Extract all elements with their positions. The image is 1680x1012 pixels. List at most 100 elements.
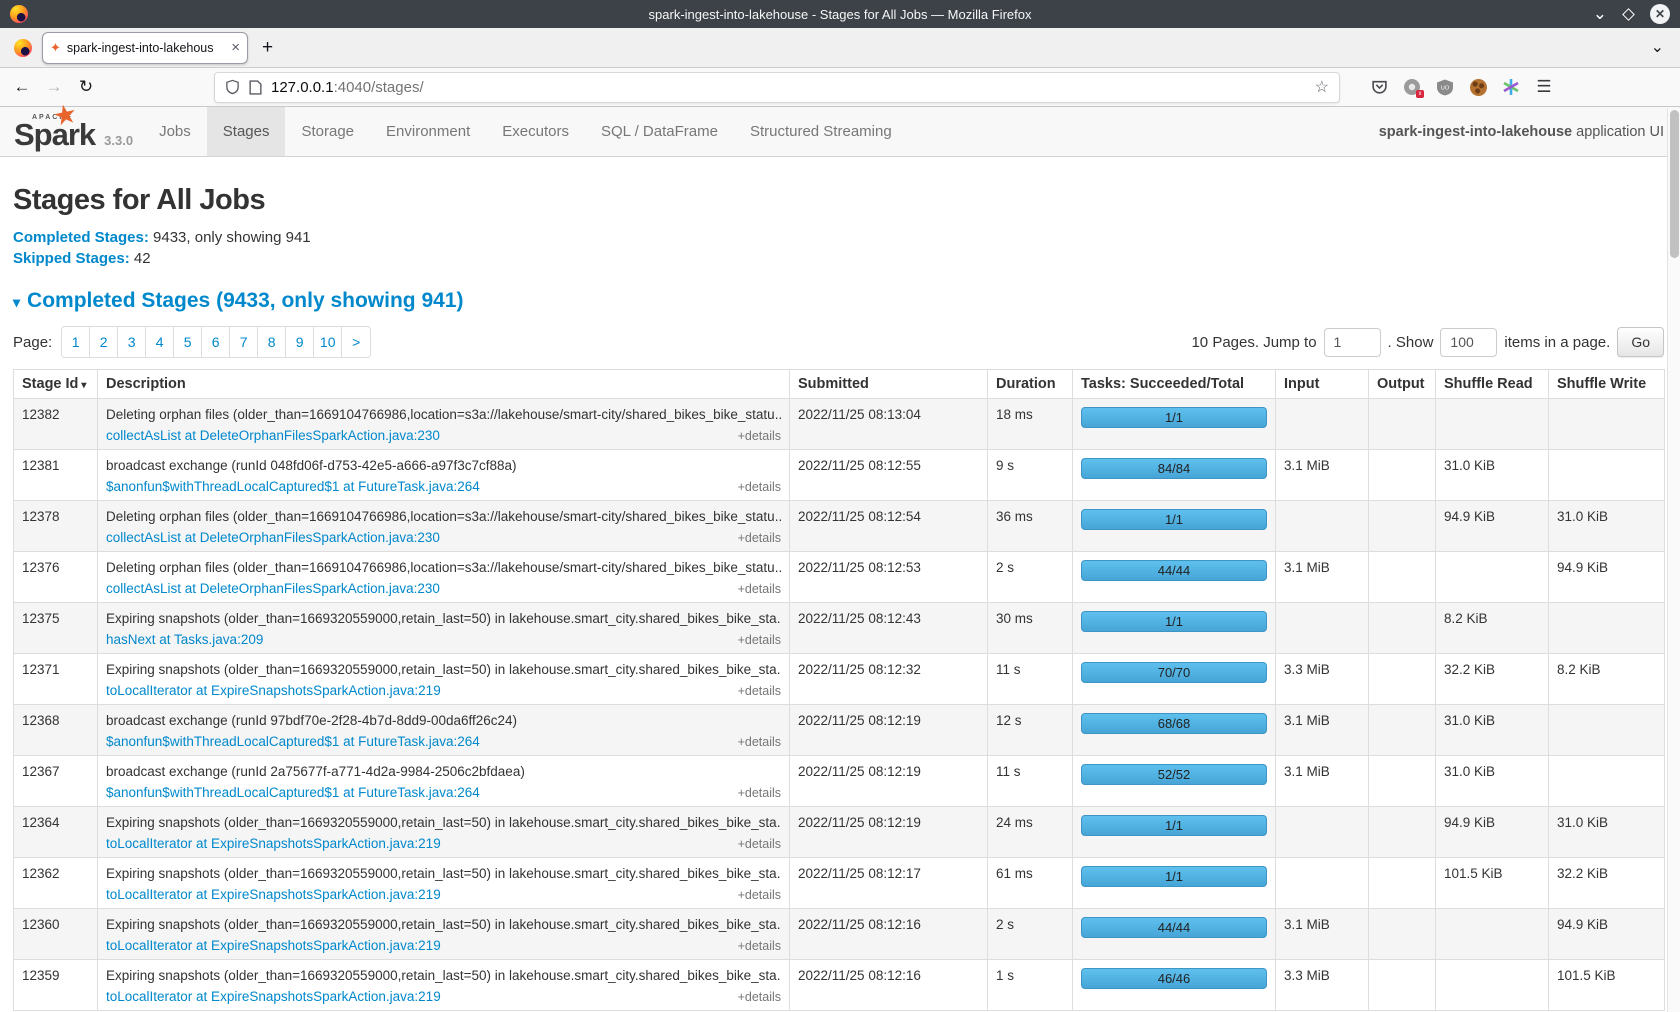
stage-detail-link[interactable]: $anonfun$withThreadLocalCaptured$1 at Fu… — [106, 734, 480, 749]
extension-icon[interactable]: x — [1402, 77, 1422, 97]
header-description[interactable]: Description — [98, 370, 790, 399]
details-toggle[interactable]: +details — [738, 684, 781, 698]
input-cell: 3.3 MiB — [1276, 960, 1369, 1011]
collapse-arrow-icon: ▾ — [13, 294, 20, 310]
page-button-5[interactable]: 5 — [174, 327, 202, 357]
details-toggle[interactable]: +details — [738, 939, 781, 953]
scrollbar-thumb[interactable] — [1670, 110, 1679, 258]
go-button[interactable]: Go — [1617, 327, 1664, 357]
header-tasks[interactable]: Tasks: Succeeded/Total — [1073, 370, 1276, 399]
close-button[interactable]: ✕ — [1650, 4, 1670, 24]
cookie-icon[interactable] — [1468, 77, 1488, 97]
page-button-10[interactable]: 10 — [314, 327, 342, 357]
stage-detail-link[interactable]: $anonfun$withThreadLocalCaptured$1 at Fu… — [106, 785, 480, 800]
minimize-button[interactable]: ⌄ — [1593, 9, 1607, 19]
window-titlebar: spark-ingest-into-lakehouse - Stages for… — [0, 0, 1680, 28]
nav-item-jobs[interactable]: Jobs — [143, 107, 207, 156]
page-button-2[interactable]: 2 — [90, 327, 118, 357]
next-page-button[interactable]: > — [342, 327, 370, 357]
pocket-icon[interactable] — [1369, 77, 1389, 97]
stage-id-cell: 12376 — [14, 552, 98, 603]
shuffle-read-cell: 101.5 KiB — [1436, 858, 1549, 909]
nav-item-storage[interactable]: Storage — [285, 107, 370, 156]
stage-detail-link[interactable]: collectAsList at DeleteOrphanFilesSparkA… — [106, 428, 440, 443]
page-button-6[interactable]: 6 — [202, 327, 230, 357]
header-duration[interactable]: Duration — [988, 370, 1073, 399]
stage-detail-link[interactable]: toLocalIterator at ExpireSnapshotsSparkA… — [106, 683, 441, 698]
menu-hamburger-icon[interactable]: ☰ — [1534, 77, 1554, 97]
nav-item-executors[interactable]: Executors — [486, 107, 585, 156]
details-toggle[interactable]: +details — [738, 837, 781, 851]
tasks-progress-bar: 1/1 — [1081, 407, 1267, 428]
details-toggle[interactable]: +details — [738, 888, 781, 902]
table-row: 12371Expiring snapshots (older_than=1669… — [14, 654, 1665, 705]
details-toggle[interactable]: +details — [738, 480, 781, 494]
ublock-shield-icon[interactable]: UO — [1435, 77, 1455, 97]
input-cell — [1276, 603, 1369, 654]
stage-detail-link[interactable]: toLocalIterator at ExpireSnapshotsSparkA… — [106, 887, 441, 902]
page-info-icon[interactable] — [249, 80, 262, 95]
nav-item-streaming[interactable]: Structured Streaming — [734, 107, 908, 156]
stage-detail-link[interactable]: toLocalIterator at ExpireSnapshotsSparkA… — [106, 938, 441, 953]
header-input[interactable]: Input — [1276, 370, 1369, 399]
stage-detail-link[interactable]: toLocalIterator at ExpireSnapshotsSparkA… — [106, 836, 441, 851]
tab-close-icon[interactable]: × — [231, 39, 240, 56]
stage-detail-link[interactable]: hasNext at Tasks.java:209 — [106, 632, 263, 647]
header-stage-id[interactable]: Stage Id▾ — [14, 370, 98, 399]
asterisk-extension-icon[interactable] — [1501, 77, 1521, 97]
details-toggle[interactable]: +details — [738, 633, 781, 647]
header-shuffle-write[interactable]: Shuffle Write — [1549, 370, 1665, 399]
list-tabs-chevron-icon[interactable]: ⌄ — [1651, 43, 1664, 53]
items-per-page-input[interactable] — [1440, 328, 1497, 357]
header-output[interactable]: Output — [1369, 370, 1436, 399]
nav-item-environment[interactable]: Environment — [370, 107, 486, 156]
page-button-4[interactable]: 4 — [146, 327, 174, 357]
stage-detail-link[interactable]: collectAsList at DeleteOrphanFilesSparkA… — [106, 530, 440, 545]
firefox-view-button[interactable] — [14, 39, 32, 57]
stage-detail-link[interactable]: toLocalIterator at ExpireSnapshotsSparkA… — [106, 989, 441, 1004]
input-cell: 3.1 MiB — [1276, 909, 1369, 960]
tasks-progress-bar: 44/44 — [1081, 917, 1267, 938]
stage-detail-link[interactable]: collectAsList at DeleteOrphanFilesSparkA… — [106, 581, 440, 596]
tasks-cell: 84/84 — [1073, 450, 1276, 501]
shield-icon[interactable] — [225, 79, 240, 95]
vertical-scrollbar[interactable] — [1667, 108, 1680, 1012]
url-text[interactable]: 127.0.0.1:4040/stages/ — [271, 79, 424, 96]
output-cell — [1369, 960, 1436, 1011]
spark-logo[interactable]: Spark APACHE ★ 3.3.0 — [0, 107, 143, 156]
jump-to-input[interactable] — [1324, 328, 1381, 357]
completed-stages-section-header[interactable]: ▾Completed Stages (9433, only showing 94… — [13, 289, 1664, 313]
details-toggle[interactable]: +details — [738, 786, 781, 800]
details-toggle[interactable]: +details — [738, 531, 781, 545]
shuffle-write-cell: 94.9 KiB — [1549, 909, 1665, 960]
completed-stages-link[interactable]: Completed Stages: — [13, 229, 149, 246]
details-toggle[interactable]: +details — [738, 990, 781, 1004]
reload-button[interactable]: ↻ — [70, 72, 102, 102]
page-button-8[interactable]: 8 — [258, 327, 286, 357]
back-button[interactable]: ← — [6, 72, 38, 102]
tasks-cell: 1/1 — [1073, 399, 1276, 450]
details-toggle[interactable]: +details — [738, 582, 781, 596]
page-button-9[interactable]: 9 — [286, 327, 314, 357]
maximize-button[interactable] — [1622, 8, 1635, 21]
duration-cell: 11 s — [988, 654, 1073, 705]
header-shuffle-read[interactable]: Shuffle Read — [1436, 370, 1549, 399]
shuffle-read-cell: 31.0 KiB — [1436, 450, 1549, 501]
new-tab-button[interactable]: + — [262, 37, 273, 59]
page-button-1[interactable]: 1 — [62, 327, 90, 357]
browser-tab[interactable]: ✦ spark-ingest-into-lakehous × — [42, 32, 248, 64]
stage-detail-link[interactable]: $anonfun$withThreadLocalCaptured$1 at Fu… — [106, 479, 480, 494]
pages-summary: 10 Pages. Jump to — [1191, 334, 1316, 351]
input-cell: 3.3 MiB — [1276, 654, 1369, 705]
details-toggle[interactable]: +details — [738, 735, 781, 749]
nav-item-stages[interactable]: Stages — [207, 107, 286, 156]
page-button-7[interactable]: 7 — [230, 327, 258, 357]
nav-item-sql[interactable]: SQL / DataFrame — [585, 107, 734, 156]
url-bar[interactable]: 127.0.0.1:4040/stages/ ☆ — [214, 72, 1340, 103]
header-submitted[interactable]: Submitted — [790, 370, 988, 399]
skipped-stages-link[interactable]: Skipped Stages: — [13, 250, 130, 267]
output-cell — [1369, 858, 1436, 909]
bookmark-star-icon[interactable]: ☆ — [1315, 77, 1329, 97]
page-button-3[interactable]: 3 — [118, 327, 146, 357]
details-toggle[interactable]: +details — [738, 429, 781, 443]
